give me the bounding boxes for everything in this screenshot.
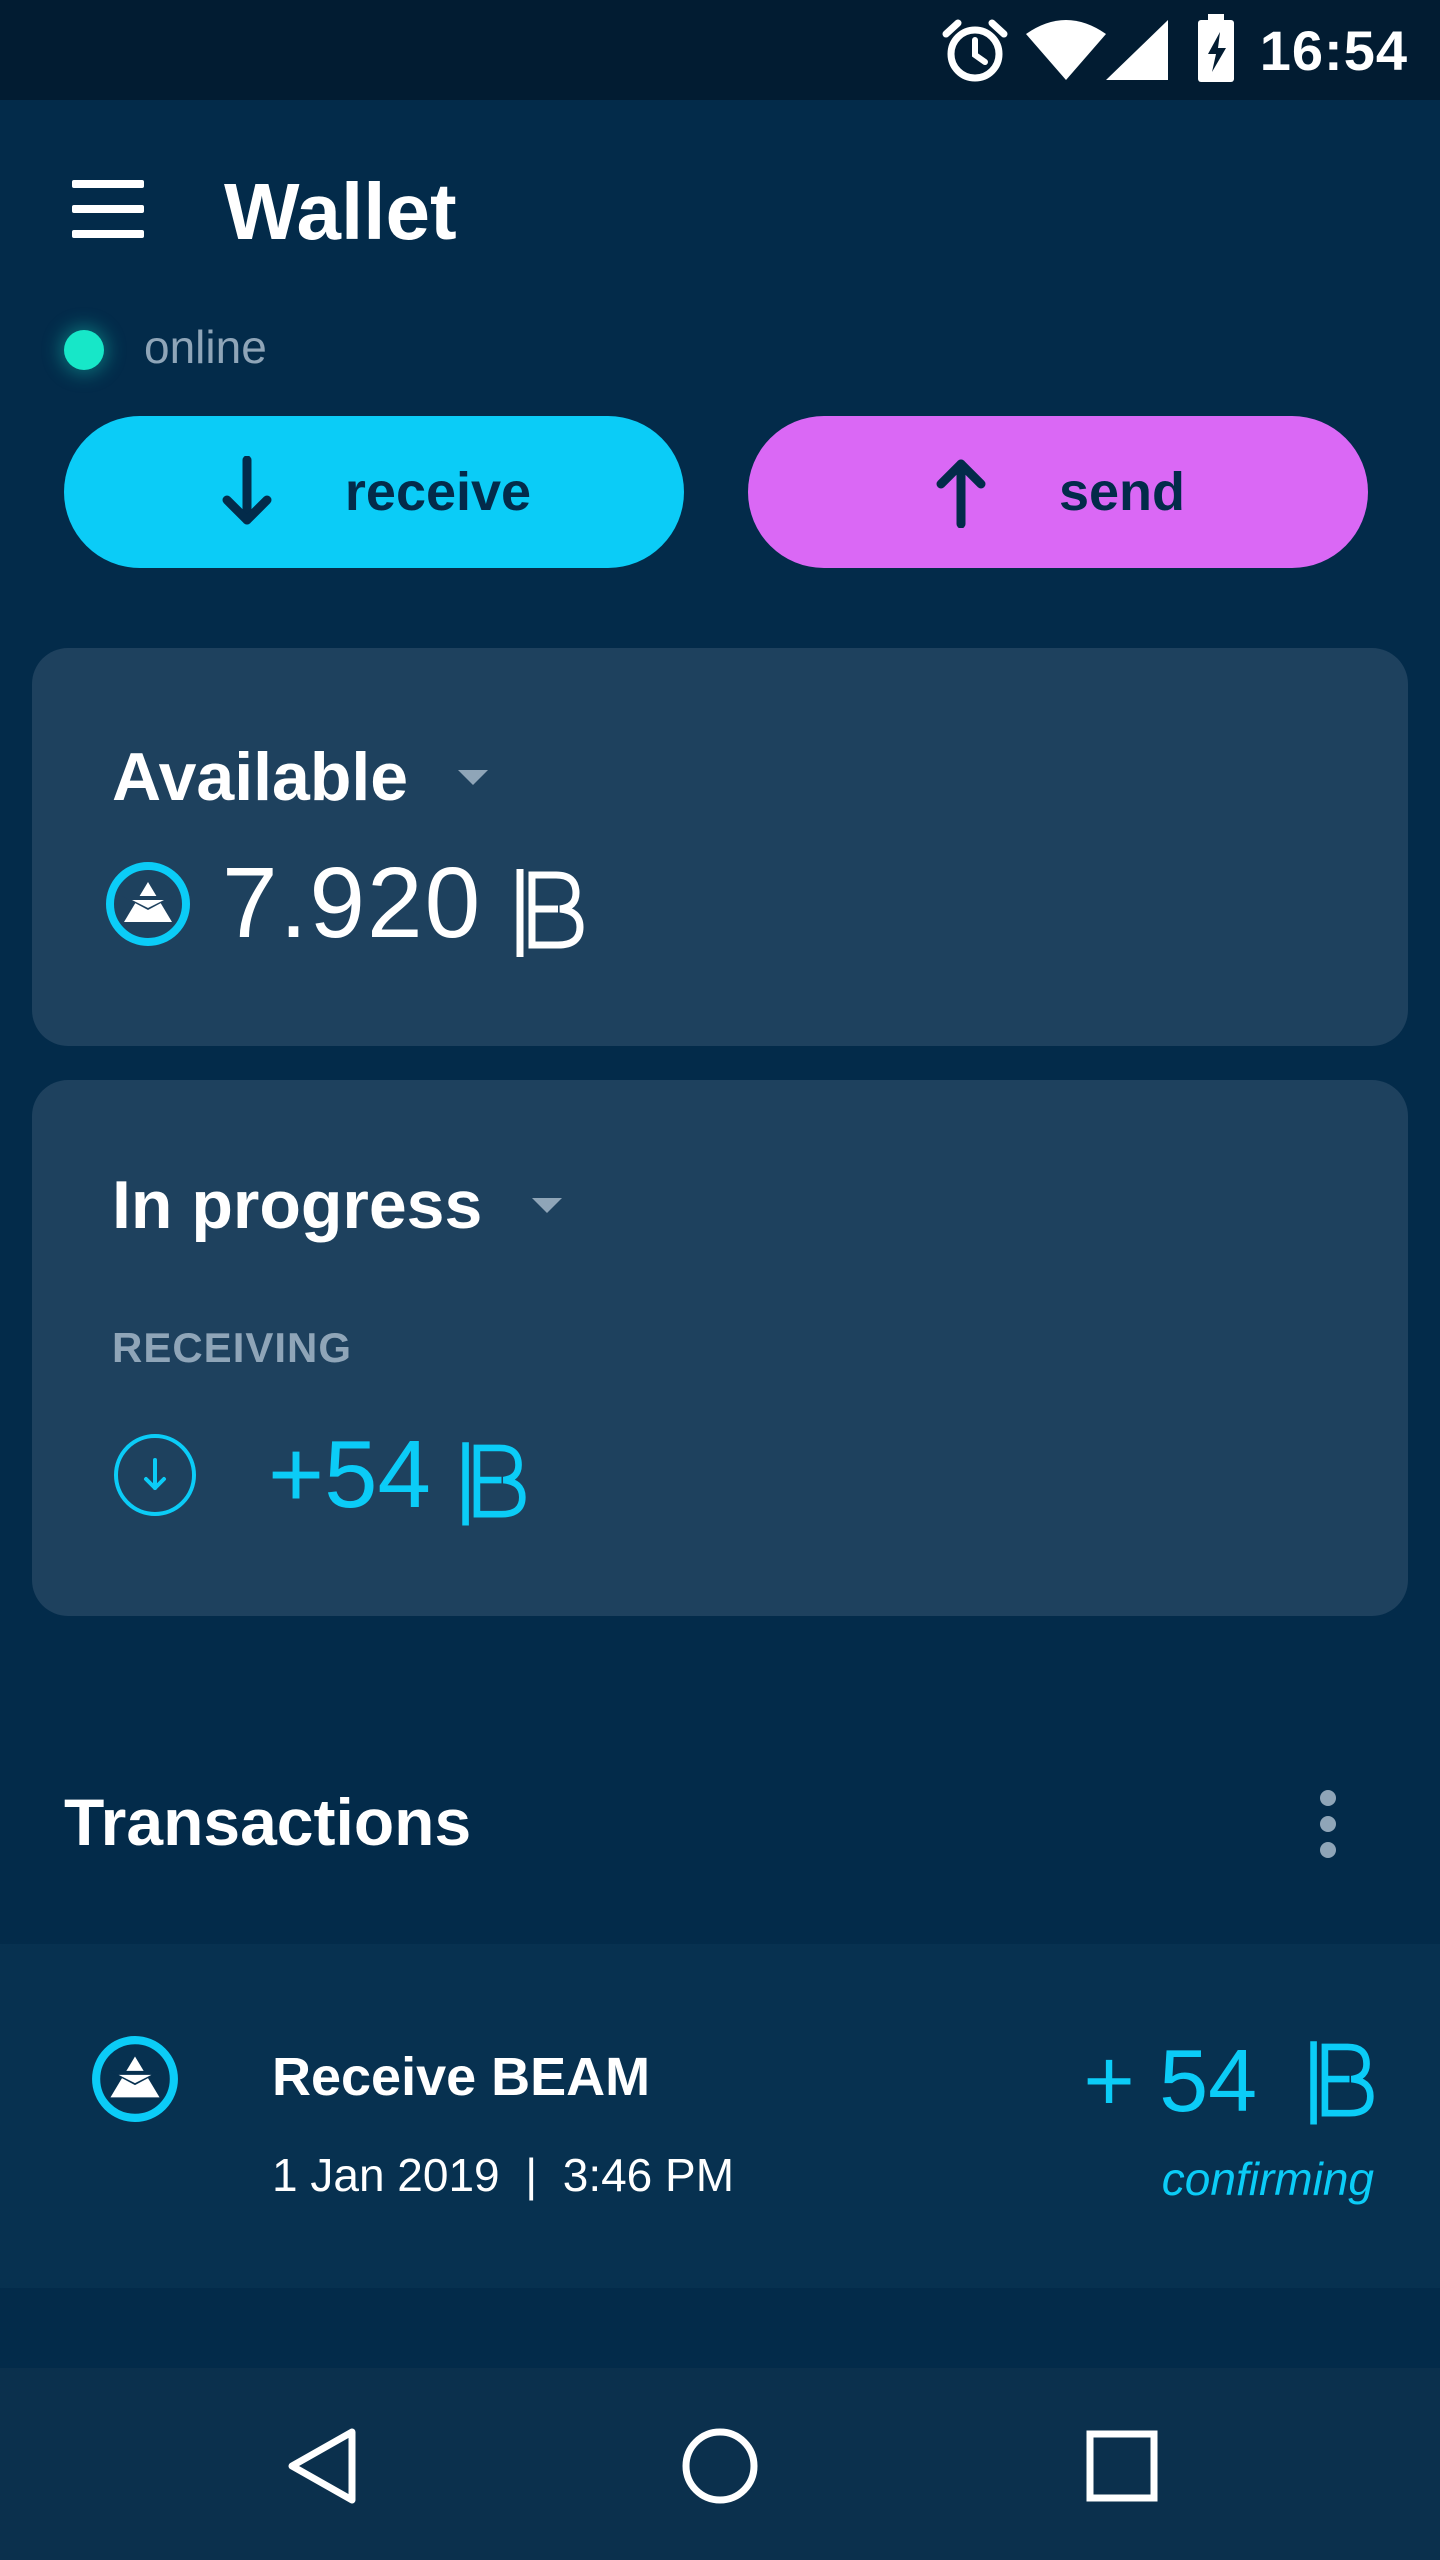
- transaction-date: 1 Jan 2019 | 3:46 PM: [272, 2149, 735, 2201]
- receiving-label: RECEIVING: [112, 1324, 353, 1371]
- available-title: Available: [112, 739, 409, 815]
- receive-button-label: receive: [344, 462, 532, 522]
- chevron-down-icon: [532, 1197, 563, 1213]
- wifi-icon: [1026, 20, 1106, 80]
- send-button[interactable]: send: [748, 416, 1368, 568]
- beam-currency-icon: [461, 1441, 526, 1526]
- signal-icon: [1106, 20, 1168, 80]
- beam-currency-icon: [516, 868, 584, 957]
- available-dropdown[interactable]: Available: [112, 738, 489, 816]
- transaction-title: Receive BEAM: [272, 2047, 651, 2107]
- in-progress-card: In progress RECEIVING +54: [32, 1080, 1408, 1616]
- back-icon[interactable]: [284, 2426, 360, 2506]
- status-bar: 16:54: [0, 0, 1440, 100]
- arrow-down-icon: [222, 456, 272, 525]
- page-title: Wallet: [224, 167, 457, 256]
- home-icon[interactable]: [680, 2426, 760, 2506]
- online-status-label: online: [144, 321, 267, 373]
- battery-charging-icon: [1198, 14, 1234, 82]
- transaction-amount: + 54: [1083, 2030, 1376, 2132]
- in-progress-title: In progress: [112, 1167, 483, 1243]
- more-options-icon[interactable]: [1310, 1790, 1346, 1862]
- beam-logo-icon: [92, 2036, 178, 2122]
- beam-logo-icon: [106, 862, 190, 946]
- available-balance-card: Available 7.920: [32, 648, 1408, 1046]
- in-progress-dropdown[interactable]: In progress: [112, 1166, 563, 1244]
- arrow-up-icon: [936, 459, 986, 528]
- navigation-bar: [0, 2368, 1440, 2560]
- transaction-row[interactable]: Receive BEAM 1 Jan 2019 | 3:46 PM + 54 c…: [0, 1944, 1440, 2288]
- transactions-title: Transactions: [64, 1785, 472, 1859]
- alarm-icon: [942, 19, 1008, 82]
- available-amount: 7.920: [222, 846, 586, 961]
- send-button-label: send: [1058, 462, 1186, 522]
- clock: 16:54: [1259, 19, 1408, 82]
- recents-icon[interactable]: [1084, 2428, 1160, 2504]
- receiving-arrow-icon: [114, 1434, 196, 1516]
- receive-button[interactable]: receive: [64, 416, 684, 568]
- transaction-status: confirming: [1161, 2153, 1374, 2205]
- chevron-down-icon: [458, 769, 489, 785]
- beam-currency-icon: [1310, 2041, 1374, 2125]
- hamburger-menu-icon[interactable]: [72, 180, 148, 240]
- online-status-dot: [64, 330, 104, 370]
- receiving-amount: +54: [268, 1420, 528, 1530]
